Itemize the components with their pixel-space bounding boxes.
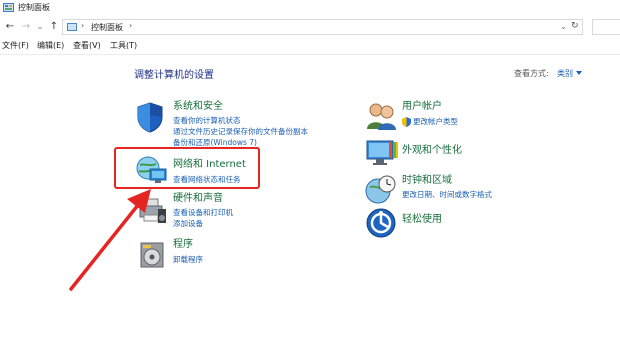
control-panel-icon — [67, 23, 77, 31]
breadcrumb-separator[interactable]: › — [129, 21, 132, 30]
search-input[interactable] — [592, 19, 620, 35]
view-by-label: 查看方式: — [514, 69, 549, 78]
up-button[interactable]: ↑ — [48, 20, 60, 34]
link-change-account-type[interactable]: 更改帐户类型 — [413, 117, 458, 127]
address-dropdown-icon[interactable]: ⌄ — [560, 22, 567, 31]
menu-file[interactable]: 文件(F) — [2, 40, 29, 52]
breadcrumb-separator: › — [81, 21, 85, 30]
breadcrumb[interactable]: 控制面板 — [91, 22, 123, 33]
forward-button[interactable]: → — [20, 20, 32, 34]
title-bar: 控制面板 — [0, 0, 620, 17]
link-change-date-time-format[interactable]: 更改日期、时间或数字格式 — [402, 190, 492, 200]
address-bar[interactable]: › 控制面板 › ⌄ ↻ — [62, 19, 583, 35]
link-uninstall-program[interactable]: 卸载程序 — [173, 255, 203, 265]
shield-icon[interactable] — [134, 101, 166, 135]
link-view-computer-status[interactable]: 查看你的计算机状态 — [173, 116, 241, 126]
navigation-bar: ← → ⌄ ↑ › 控制面板 › ⌄ ↻ — [0, 17, 620, 39]
clock-region-icon[interactable] — [365, 175, 397, 207]
ease-of-access-icon[interactable] — [365, 207, 397, 241]
shield-uac-icon — [402, 117, 411, 129]
refresh-button[interactable]: ↻ — [571, 21, 579, 31]
user-accounts-icon[interactable] — [365, 101, 397, 133]
printer-speaker-icon[interactable] — [138, 195, 168, 227]
category-system-security[interactable]: 系统和安全 — [173, 101, 223, 113]
window-title: 控制面板 — [18, 3, 50, 12]
view-by-dropdown[interactable]: 类别 — [557, 68, 573, 79]
menu-tools[interactable]: 工具(T) — [110, 40, 137, 52]
programs-icon[interactable] — [138, 241, 166, 271]
category-clock-region[interactable]: 时钟和区域 — [402, 175, 452, 187]
menu-bar: 文件(F) 编辑(E) 查看(V) 工具(T) — [0, 39, 620, 53]
page-title: 调整计算机的设置 — [134, 70, 214, 81]
category-appearance-personalization[interactable]: 外观和个性化 — [402, 145, 462, 157]
back-button[interactable]: ← — [4, 20, 16, 34]
link-file-history-backup[interactable]: 通过文件历史记录保存你的文件备份副本 — [173, 127, 308, 137]
chevron-down-icon[interactable] — [576, 71, 582, 75]
divider — [0, 54, 620, 55]
recent-locations-dropdown[interactable]: ⌄ — [34, 20, 46, 34]
highlight-box — [114, 147, 260, 189]
category-user-accounts[interactable]: 用户帐户 — [402, 101, 442, 113]
control-panel-icon — [3, 3, 14, 13]
menu-view[interactable]: 查看(V) — [73, 40, 101, 52]
category-ease-of-access[interactable]: 轻松使用 — [402, 214, 442, 226]
appearance-monitor-icon[interactable] — [365, 138, 399, 170]
category-hardware-sound[interactable]: 硬件和声音 — [173, 193, 223, 205]
menu-edit[interactable]: 编辑(E) — [37, 40, 64, 52]
link-add-device[interactable]: 添加设备 — [173, 219, 203, 229]
link-devices-printers[interactable]: 查看设备和打印机 — [173, 208, 233, 218]
category-programs[interactable]: 程序 — [173, 239, 193, 251]
